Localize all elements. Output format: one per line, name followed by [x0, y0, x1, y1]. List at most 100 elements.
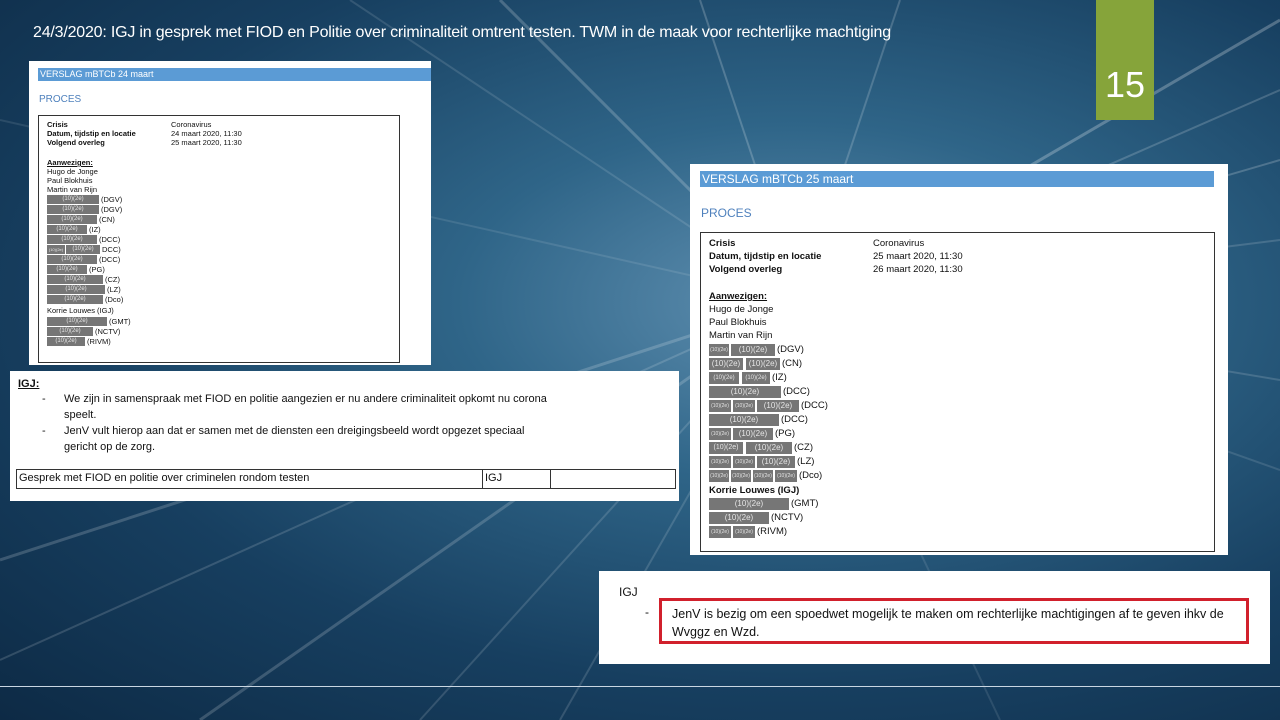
- section-heading: PROCES: [39, 94, 82, 105]
- page-number: 15: [1104, 64, 1146, 105]
- bullet-text: JenV vult hierop aan dat er samen met de…: [64, 425, 525, 453]
- attendees-title: Aanwezigen:: [47, 158, 93, 167]
- department-label: (LZ): [107, 284, 121, 294]
- redacted-attendee-row: (10)(2e) (CZ): [47, 274, 120, 284]
- department-label: (DCC): [99, 254, 121, 264]
- meeting-info-box: Crisis Coronavirus Datum, tijdstip en lo…: [38, 115, 400, 363]
- page-number-badge: 15: [1096, 0, 1154, 120]
- info-key: Crisis: [47, 120, 68, 129]
- redaction-block: (10)(2e): [47, 316, 107, 326]
- redaction-block: (10)(2e): [775, 470, 797, 482]
- redaction-block: (10)(2e): [709, 456, 731, 468]
- report-excerpt-24-march: VERSLAG mBTCb 24 maart PROCES Crisis Cor…: [29, 61, 431, 365]
- department-label: (DCC): [801, 400, 828, 411]
- department-label: (CN): [99, 214, 115, 224]
- redaction-block: (10)(2e): [753, 470, 773, 482]
- redaction-block: (10)(2e): [709, 358, 743, 370]
- redaction-block: (10)(2e): [709, 470, 729, 482]
- igj-heading: IGJ: [619, 585, 638, 599]
- meeting-info-box: Crisis Coronavirus Datum, tijdstip en lo…: [700, 232, 1215, 552]
- igj-heading: IGJ:: [18, 378, 40, 390]
- redacted-attendee-row: (10)(2e) (CN): [47, 214, 115, 224]
- redaction-block: (10)(2e): [731, 344, 775, 356]
- redaction-block: (10)(2e): [47, 194, 99, 204]
- redacted-attendee-row: (10)(2e) (Dco): [47, 294, 123, 304]
- redacted-attendee-row: (10)(2e) (DCC): [47, 254, 120, 264]
- info-key: Datum, tijdstip en locatie: [709, 251, 822, 262]
- redacted-attendee-row: (10)(2e) (10)(2e) (DGV): [709, 344, 804, 357]
- redacted-attendee-row: (10)(2e) (10)(2e) (10)(2e) (LZ): [709, 456, 814, 469]
- redaction-block: (10)(2e): [757, 400, 799, 412]
- department-label: (DCC): [781, 414, 808, 425]
- redaction-block: (10)(2e): [709, 498, 789, 510]
- department-label: (DCC): [99, 234, 121, 244]
- action-owner: IGJ: [485, 472, 503, 484]
- department-label: (Dco): [105, 294, 124, 304]
- attendee: Martin van Rijn: [709, 330, 773, 341]
- redaction-block: (10)(2e): [709, 414, 779, 426]
- department-label: (RIVM): [87, 336, 111, 346]
- redacted-attendee-row: (10)(2e) (DGV): [47, 204, 122, 214]
- info-value: Coronavirus: [171, 120, 212, 129]
- redaction-block: (10)(2e): [47, 254, 97, 264]
- redacted-attendee-row: (10)(2e) (NCTV): [709, 512, 803, 525]
- info-key: Volgend overleg: [47, 138, 105, 147]
- info-key: Crisis: [709, 238, 736, 249]
- info-value: 25 maart 2020, 11:30: [873, 251, 963, 262]
- redaction-block: (10)(2e): [733, 428, 773, 440]
- redaction-block: (10)(2e): [742, 372, 770, 384]
- redacted-attendee-row: (10)(2e) (10)(2e) (PG): [709, 428, 795, 441]
- attendee: Hugo de Jonge: [709, 304, 774, 315]
- action-table-row: Gesprek met FIOD en politie over crimine…: [16, 469, 676, 489]
- attendees-title: Aanwezigen:: [709, 291, 768, 302]
- redacted-attendee-row: (10)(2e) (RIVM): [47, 336, 111, 346]
- department-label: (DGV): [101, 204, 123, 214]
- redaction-block: (10)(2e): [47, 336, 85, 346]
- redaction-block: (10)(2e): [709, 512, 769, 524]
- bullet-dash: -: [42, 425, 46, 437]
- attendee: Korrie Louwes (IGJ): [47, 306, 114, 315]
- redaction-block: (10)(2e): [731, 470, 751, 482]
- redacted-attendee-row: (10)(2e) (10)(2e) (10)(2e) (DCC): [709, 400, 828, 413]
- section-heading: PROCES: [701, 206, 752, 220]
- highlight-box: JenV is bezig om een spoedwet mogelijk t…: [659, 598, 1249, 644]
- department-label: (IZ): [89, 224, 101, 234]
- department-label: (NCTV): [771, 512, 804, 523]
- redacted-attendee-row: (10)(2e) (10)(2e) (CN): [709, 358, 802, 371]
- department-label: (PG): [775, 428, 796, 439]
- action-topic: Gesprek met FIOD en politie over crimine…: [19, 472, 310, 484]
- redaction-block: (10)(2e): [47, 244, 65, 254]
- info-key: Volgend overleg: [709, 264, 783, 275]
- bullet-dash: -: [645, 605, 649, 619]
- redaction-block: (10)(2e): [47, 214, 97, 224]
- redaction-block: (10)(2e): [47, 234, 97, 244]
- igj-minutes-excerpt: IGJ: - We zijn in samenspraak met FIOD e…: [10, 371, 679, 501]
- department-label: (LZ): [797, 456, 815, 467]
- department-label: (Dco): [799, 470, 823, 481]
- department-label: (CN): [782, 358, 803, 369]
- redaction-block: (10)(2e): [709, 400, 731, 412]
- redaction-block: (10)(2e): [47, 204, 99, 214]
- redaction-block: (10)(2e): [47, 264, 87, 274]
- redacted-attendee-row: (10)(2e) (LZ): [47, 284, 121, 294]
- redaction-block: (10)(2e): [47, 224, 87, 234]
- bullet-text: We zijn in samenspraak met FIOD en polit…: [64, 393, 547, 421]
- redacted-attendee-row: (10)(2e) (DCC): [709, 414, 808, 427]
- info-value: 25 maart 2020, 11:30: [171, 138, 242, 147]
- department-label: DCC): [102, 244, 121, 254]
- redaction-block: (10)(2e): [733, 456, 755, 468]
- department-label: (IZ): [772, 372, 787, 383]
- redaction-block: (10)(2e): [709, 526, 731, 538]
- info-value: Coronavirus: [873, 238, 925, 249]
- department-label: (DCC): [783, 386, 810, 397]
- redacted-attendee-row: (10)(2e) (GMT): [47, 316, 131, 326]
- attendee: Korrie Louwes (IGJ): [709, 485, 800, 496]
- department-label: (RIVM): [757, 526, 788, 537]
- slide-title: 24/3/2020: IGJ in gesprek met FIOD en Po…: [33, 24, 891, 41]
- table-divider: [482, 470, 483, 488]
- info-key: Datum, tijdstip en locatie: [47, 129, 136, 138]
- attendee: Paul Blokhuis: [47, 176, 93, 185]
- redaction-block: (10)(2e): [746, 442, 792, 454]
- redaction-block: (10)(2e): [66, 244, 100, 254]
- redacted-attendee-row: (10)(2e) (PG): [47, 264, 105, 274]
